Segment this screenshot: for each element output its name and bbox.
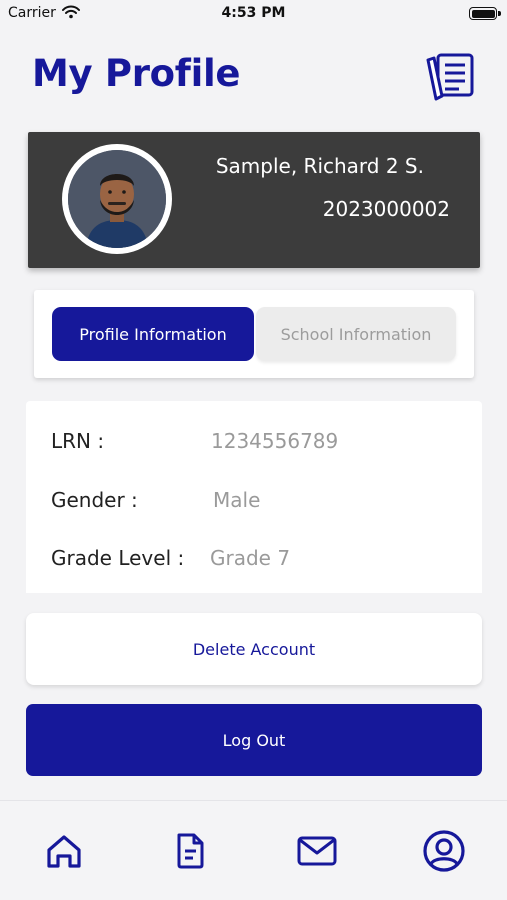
grade-level-label: Grade Level : — [51, 546, 185, 570]
lrn-value: 1234556789 — [211, 429, 339, 453]
avatar — [62, 144, 172, 254]
tab-profile-information[interactable]: Profile Information — [52, 307, 254, 361]
battery-cap — [498, 11, 501, 16]
home-icon[interactable] — [44, 831, 84, 871]
profile-info-card: LRN : 1234556789 Gender : Male Grade Lev… — [26, 401, 482, 593]
status-time: 4:53 PM — [221, 5, 286, 21]
gender-value: Male — [213, 488, 261, 512]
bottom-nav — [0, 800, 507, 900]
tabs-container: Profile Information School Information — [34, 290, 474, 378]
profile-card: Sample, Richard 2 S. 2023000002 — [28, 132, 480, 268]
grade-level-value: Grade 7 — [210, 546, 291, 570]
status-bar: Carrier 4:53 PM — [0, 0, 507, 28]
document-icon[interactable] — [170, 831, 210, 871]
delete-account-button[interactable]: Delete Account — [26, 613, 482, 685]
profile-name: Sample, Richard 2 S. — [215, 154, 424, 178]
page-title: My Profile — [32, 52, 241, 95]
log-out-button[interactable]: Log Out — [26, 704, 482, 776]
gender-label: Gender : — [51, 488, 138, 512]
notebook-icon[interactable] — [425, 52, 477, 102]
avatar-illustration — [68, 150, 166, 248]
profile-icon[interactable] — [422, 829, 466, 873]
tab-school-information[interactable]: School Information — [256, 307, 456, 361]
mail-icon[interactable] — [297, 831, 337, 871]
battery-icon — [469, 7, 497, 20]
lrn-label: LRN : — [51, 429, 105, 453]
profile-id: 2023000002 — [322, 197, 450, 221]
